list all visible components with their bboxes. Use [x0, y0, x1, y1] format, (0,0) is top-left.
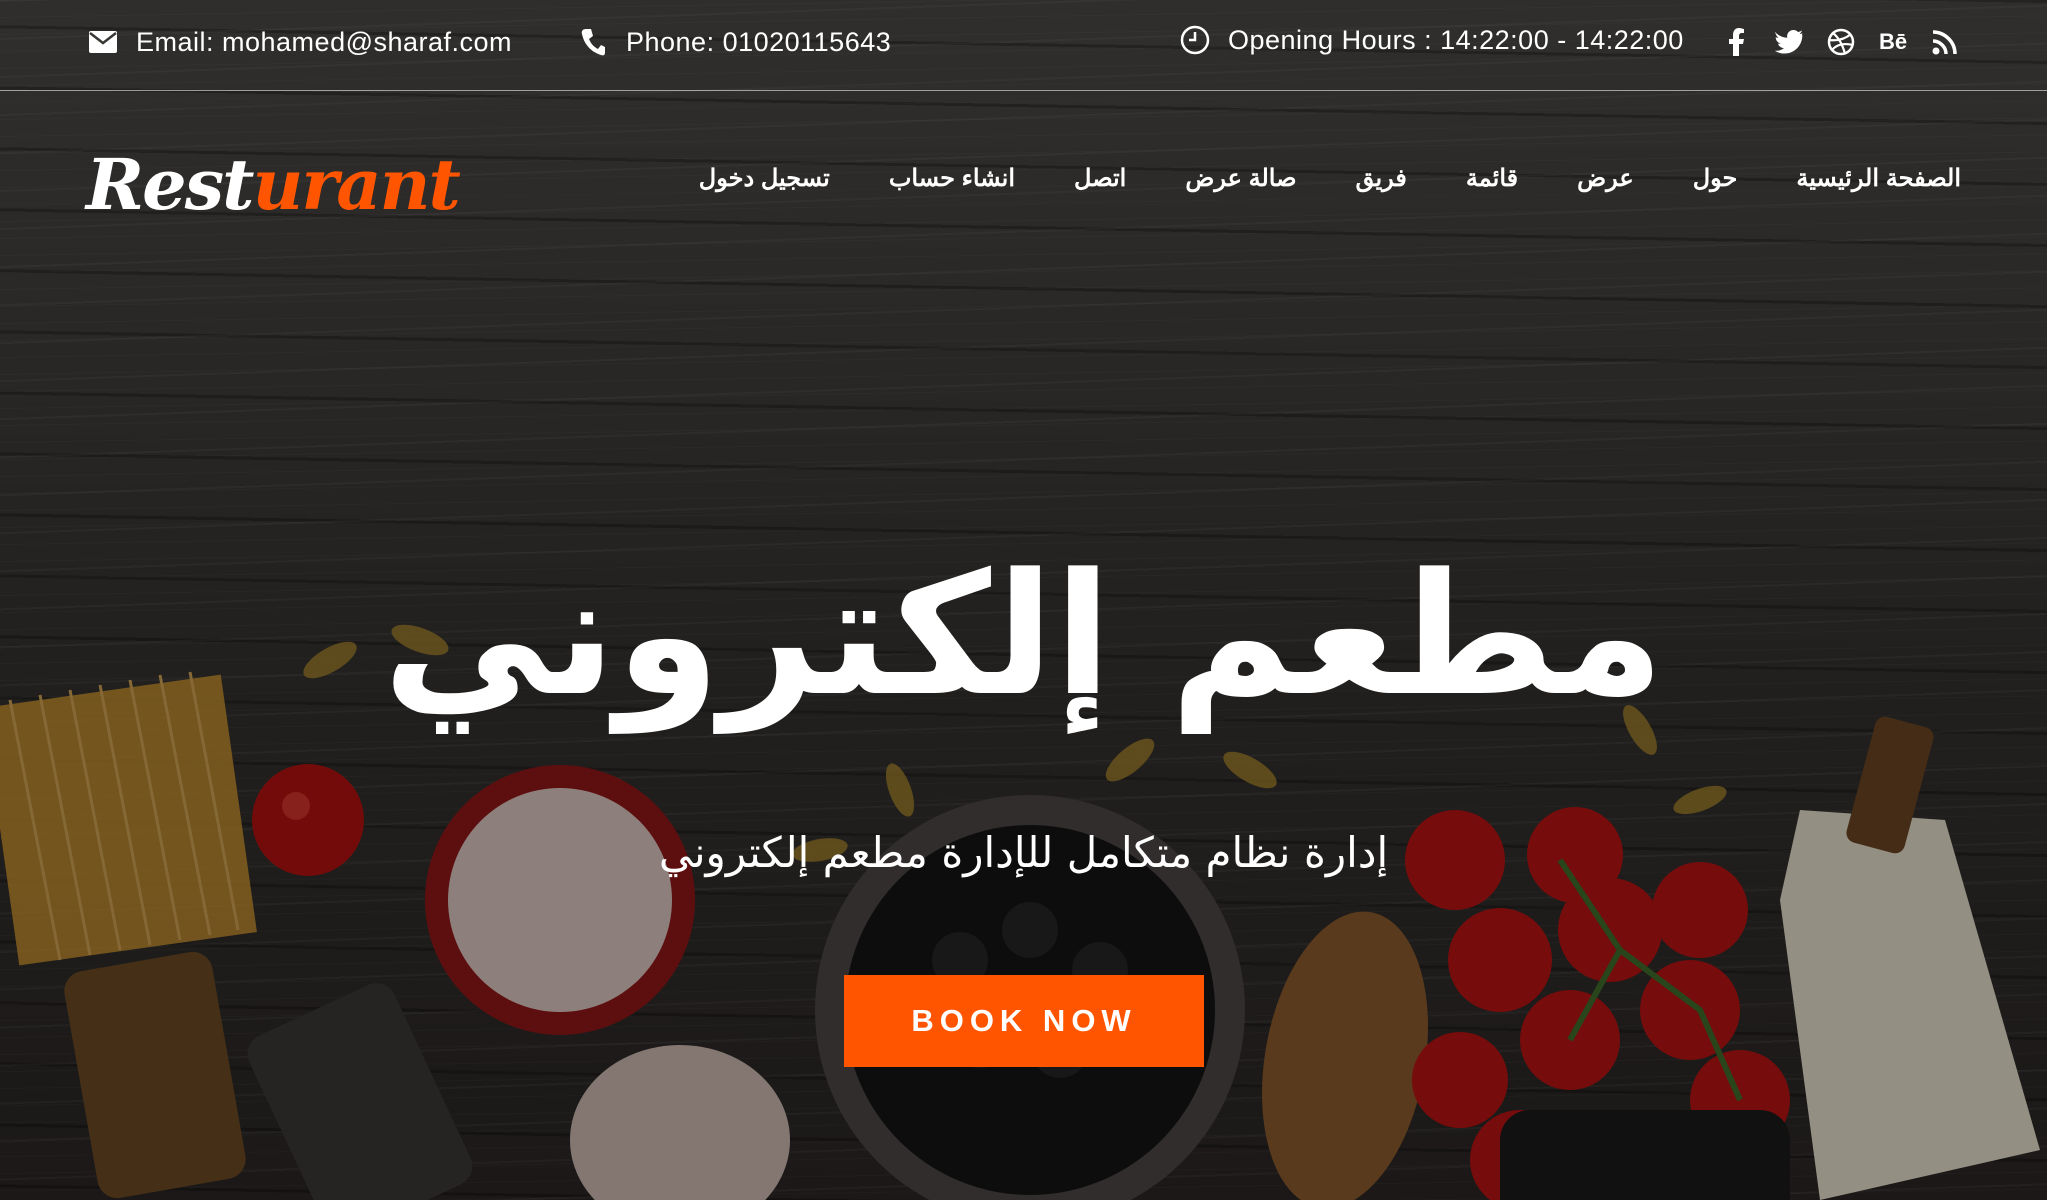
opening-hours-text: Opening Hours : 14:22:00 - 14:22:00 — [1228, 24, 1684, 55]
logo-text-orange: urant — [252, 143, 460, 226]
nav-item-offer[interactable]: عرض — [1577, 164, 1634, 193]
logo-text-white: Rest — [86, 143, 254, 226]
nav-item-about[interactable]: حول — [1693, 164, 1738, 193]
dribbble-icon[interactable] — [1827, 28, 1855, 56]
book-now-button[interactable]: BOOK NOW — [844, 975, 1204, 1067]
site-logo[interactable]: Resturant — [86, 140, 461, 230]
nav-item-home[interactable]: الصفحة الرئيسية — [1796, 164, 1961, 193]
phone-text: Phone: 01020115643 — [626, 26, 892, 57]
phone-icon — [578, 27, 608, 57]
hero-subtitle: إدارة نظام متكامل للإدارة مطعم إلكتروني — [658, 828, 1389, 877]
phone-info[interactable]: Phone: 01020115643 — [578, 24, 891, 60]
nav-item-register[interactable]: انشاء حساب — [889, 164, 1015, 193]
rss-icon[interactable] — [1931, 28, 1959, 56]
nav-item-login[interactable]: تسجيل دخول — [699, 164, 830, 193]
social-links: Bē — [1723, 24, 1959, 60]
clock-icon — [1180, 25, 1210, 55]
facebook-icon[interactable] — [1723, 28, 1751, 56]
email-info[interactable]: Email: mohamed@sharaf.com — [88, 24, 512, 60]
opening-hours-info: Opening Hours : 14:22:00 - 14:22:00 — [1180, 22, 1684, 58]
top-info-bar: Email: mohamed@sharaf.com Phone: 0102011… — [0, 0, 2047, 91]
email-text: Email: mohamed@sharaf.com — [136, 26, 513, 57]
nav-item-team[interactable]: فريق — [1355, 164, 1406, 193]
nav-item-gallery[interactable]: صالة عرض — [1185, 164, 1296, 193]
main-navigation: تسجيل دخول انشاء حساب اتصل صالة عرض فريق… — [699, 164, 1961, 193]
twitter-icon[interactable] — [1775, 28, 1803, 56]
hero-title: مطعم إلكتروني — [382, 537, 1665, 733]
behance-icon[interactable]: Bē — [1879, 28, 1907, 56]
nav-item-menu[interactable]: قائمة — [1466, 164, 1518, 193]
nav-item-contact[interactable]: اتصل — [1074, 164, 1126, 193]
envelope-icon — [88, 27, 118, 57]
